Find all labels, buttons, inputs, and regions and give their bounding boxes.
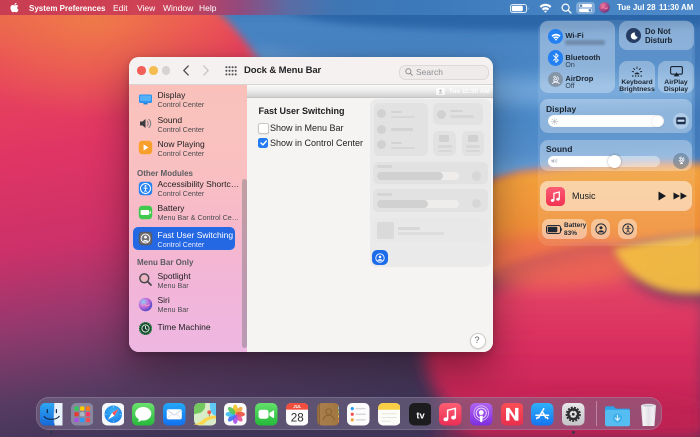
svg-text:28: 28 [291,411,304,424]
svg-text:tv: tv [416,410,425,420]
svg-text:JUL: JUL [293,404,301,409]
